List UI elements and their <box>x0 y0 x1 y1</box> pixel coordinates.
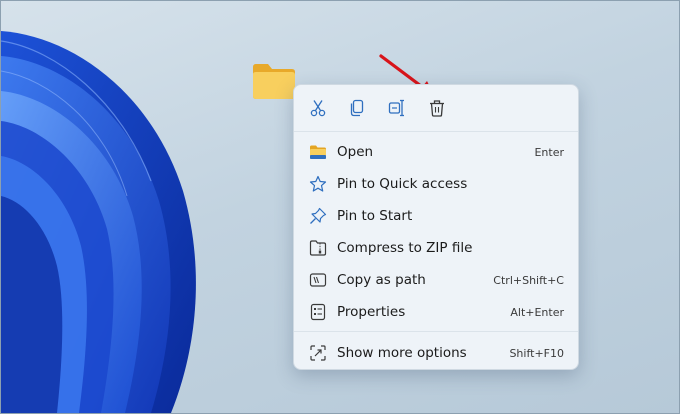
menu-item-shortcut: Alt+Enter <box>510 305 564 319</box>
menu-divider <box>294 131 578 132</box>
desktop: Open Enter Pin to Quick access Pin to St… <box>0 0 680 414</box>
menu-item-label: Open <box>337 144 374 160</box>
menu-item-shortcut: Enter <box>534 145 564 159</box>
desktop-folder-icon[interactable] <box>251 61 297 101</box>
delete-button[interactable] <box>423 95 451 121</box>
menu-divider <box>294 331 578 332</box>
copy-button[interactable] <box>343 95 371 121</box>
trash-icon <box>430 100 444 117</box>
menu-item-show-more-options[interactable]: Show more options Shift+F10 <box>300 338 572 368</box>
menu-item-shortcut: Ctrl+Shift+C <box>493 273 564 287</box>
rename-icon <box>388 99 404 117</box>
menu-item-pin-quick-access[interactable]: Pin to Quick access <box>300 169 572 199</box>
menu-item-open[interactable]: Open Enter <box>300 137 572 167</box>
scissors-icon <box>310 100 326 117</box>
menu-item-shortcut: Shift+F10 <box>509 346 564 360</box>
star-icon <box>308 174 328 194</box>
cut-button[interactable] <box>304 95 332 121</box>
rename-button[interactable] <box>383 95 411 121</box>
menu-item-label: Pin to Quick access <box>337 176 468 192</box>
menu-item-copy-as-path[interactable]: Copy as path Ctrl+Shift+C <box>300 265 572 295</box>
quick-actions-toolbar <box>294 85 578 131</box>
context-menu: Open Enter Pin to Quick access Pin to St… <box>293 84 579 370</box>
menu-item-compress-zip[interactable]: Compress to ZIP file <box>300 233 572 263</box>
menu-item-label: Pin to Start <box>337 208 413 224</box>
menu-item-label: Copy as path <box>337 272 426 288</box>
menu-item-label: Show more options <box>337 345 467 361</box>
menu-item-label: Properties <box>337 304 406 320</box>
menu-item-pin-start[interactable]: Pin to Start <box>300 201 572 231</box>
copy-icon <box>350 99 364 117</box>
zip-icon <box>308 238 328 258</box>
properties-icon <box>308 302 328 322</box>
menu-item-properties[interactable]: Properties Alt+Enter <box>300 297 572 327</box>
wallpaper-bloom <box>1 31 196 413</box>
menu-item-label: Compress to ZIP file <box>337 240 473 256</box>
pin-icon <box>308 206 328 226</box>
path-icon <box>308 270 328 290</box>
folder-icon <box>308 142 328 162</box>
expand-icon <box>308 343 328 363</box>
